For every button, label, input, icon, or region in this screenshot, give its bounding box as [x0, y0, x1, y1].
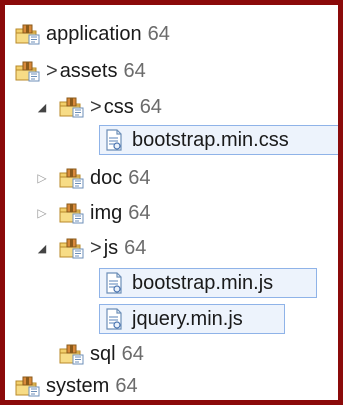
tree-item-jquery-js[interactable]: jquery.min.js — [99, 304, 285, 334]
tree-item-label: doc — [90, 166, 123, 189]
tree-item-doc[interactable]: doc 64 — [58, 163, 151, 193]
tree-item-label: bootstrap.min.css — [132, 128, 289, 151]
package-folder-icon — [58, 343, 84, 365]
outgoing-change-marker: > — [46, 59, 58, 82]
expanded-triangle-icon[interactable]: ◢ — [35, 233, 49, 263]
tree-item-assets[interactable]: > assets 64 — [14, 56, 146, 86]
package-folder-icon — [14, 375, 40, 397]
project-explorer-tree: application 64 > assets 64 ◢ > css 64 bo… — [5, 5, 338, 400]
revision-number: 64 — [128, 166, 151, 189]
tree-item-sql[interactable]: sql 64 — [58, 339, 144, 369]
package-folder-icon — [14, 60, 40, 82]
revision-number: 64 — [121, 342, 144, 365]
tree-item-label: js — [103, 236, 119, 259]
revision-number: 64 — [128, 201, 151, 224]
tree-item-label: img — [90, 201, 123, 224]
package-folder-icon — [58, 96, 84, 118]
tree-item-label: jquery.min.js — [132, 307, 243, 330]
outgoing-change-marker: > — [90, 236, 102, 259]
revision-number: 64 — [139, 95, 162, 118]
tree-item-img[interactable]: img 64 — [58, 198, 150, 228]
revision-number: 64 — [123, 59, 146, 82]
outgoing-change-marker: > — [90, 95, 102, 118]
package-folder-icon — [58, 167, 84, 189]
tree-item-bootstrap-css[interactable]: bootstrap.min.css — [99, 125, 338, 155]
tree-item-label: css — [103, 95, 134, 118]
js-file-icon — [104, 272, 124, 294]
revision-number: 64 — [124, 236, 147, 259]
collapsed-triangle-icon[interactable]: ▷ — [35, 163, 49, 193]
revision-number: 64 — [115, 374, 138, 397]
tree-item-css[interactable]: > css 64 — [58, 92, 162, 122]
tree-item-label: assets — [59, 59, 118, 82]
js-file-icon — [104, 308, 124, 330]
tree-item-label: system — [46, 374, 110, 397]
tree-item-label: bootstrap.min.js — [132, 271, 274, 294]
tree-item-system[interactable]: system 64 — [14, 371, 138, 400]
collapsed-triangle-icon[interactable]: ▷ — [35, 198, 49, 228]
tree-item-application[interactable]: application 64 — [14, 19, 170, 49]
package-folder-icon — [14, 23, 40, 45]
css-file-icon — [104, 129, 124, 151]
tree-item-label: sql — [90, 342, 116, 365]
revision-number: 64 — [147, 22, 170, 45]
tree-item-js[interactable]: > js 64 — [58, 233, 146, 263]
tree-item-label: application — [46, 22, 142, 45]
package-folder-icon — [58, 202, 84, 224]
tree-item-bootstrap-js[interactable]: bootstrap.min.js — [99, 268, 317, 298]
expanded-triangle-icon[interactable]: ◢ — [35, 92, 49, 122]
package-folder-icon — [58, 237, 84, 259]
